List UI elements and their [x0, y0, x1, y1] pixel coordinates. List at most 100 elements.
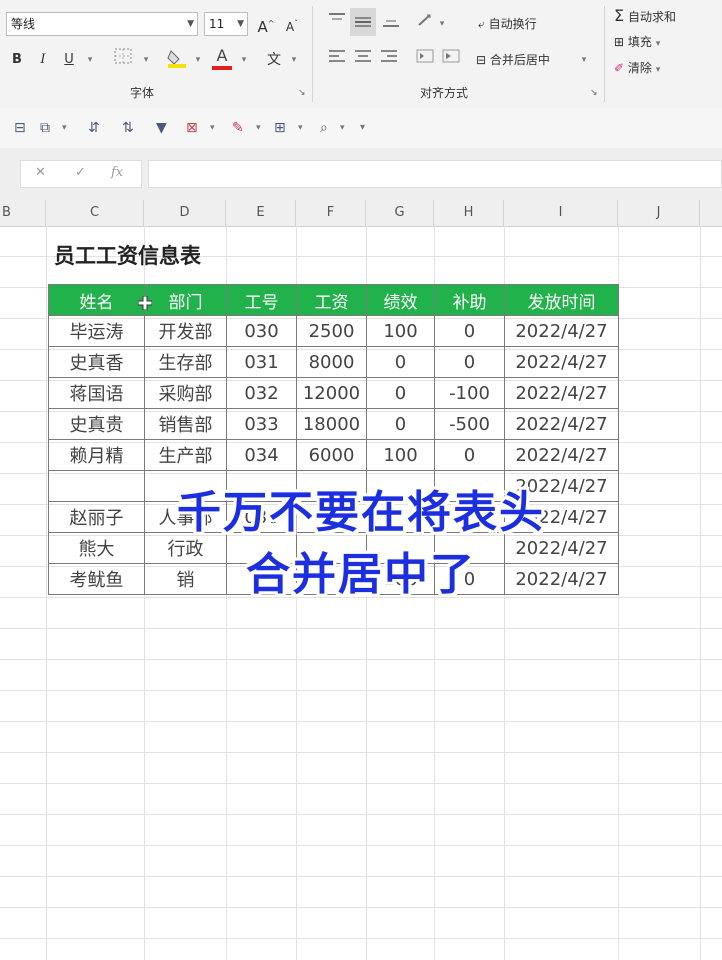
- autosum-button[interactable]: Σ 自动求和: [614, 4, 714, 28]
- table-cell[interactable]: 0: [366, 346, 435, 378]
- table-cell[interactable]: 2022/4/27: [504, 346, 619, 378]
- sheet-title[interactable]: 员工工资信息表: [54, 240, 201, 270]
- header-cell[interactable]: 部门: [144, 284, 227, 316]
- chevron-down-icon[interactable]: ▾: [298, 117, 303, 139]
- column-header-e[interactable]: E: [226, 200, 296, 226]
- column-header-f[interactable]: F: [296, 200, 366, 226]
- table-cell[interactable]: -100: [434, 377, 505, 409]
- font-color-button[interactable]: A: [210, 44, 234, 70]
- align-bottom-button[interactable]: [380, 12, 402, 36]
- table-cell[interactable]: 0: [366, 408, 435, 440]
- table-cell[interactable]: 032: [226, 377, 297, 409]
- table-cell[interactable]: 0: [434, 439, 505, 471]
- table-cell[interactable]: 生产部: [144, 439, 227, 471]
- table-cell[interactable]: 12000: [296, 377, 367, 409]
- chevron-down-icon[interactable]: ▾: [340, 117, 345, 139]
- column-header-i[interactable]: I: [504, 200, 618, 226]
- phonetic-button[interactable]: 文: [262, 48, 286, 72]
- table-cell[interactable]: 赖月精: [48, 439, 145, 471]
- table-cell[interactable]: 史真贵: [48, 408, 145, 440]
- table-cell[interactable]: 100: [366, 439, 435, 471]
- header-cell[interactable]: 工号: [226, 284, 297, 316]
- table-cell[interactable]: 2022/4/27: [504, 315, 619, 347]
- table-cell[interactable]: 毕运涛: [48, 315, 145, 347]
- sort-columns-icon[interactable]: ⇵: [88, 117, 100, 139]
- grow-font-button[interactable]: A^: [256, 12, 276, 36]
- format-painter-icon[interactable]: ⧉: [40, 117, 50, 139]
- form-icon[interactable]: ⊟: [14, 117, 26, 139]
- table-cell[interactable]: 0: [366, 377, 435, 409]
- sort-icon[interactable]: ⇅: [122, 117, 134, 139]
- border-button[interactable]: [110, 48, 136, 72]
- table-cell[interactable]: 史真香: [48, 346, 145, 378]
- filter-icon[interactable]: ▼: [156, 117, 167, 139]
- table-cell[interactable]: 0: [434, 315, 505, 347]
- table-cell[interactable]: 033: [226, 408, 297, 440]
- table-cell[interactable]: 2022/4/27: [504, 408, 619, 440]
- chevron-down-icon[interactable]: ▾: [256, 117, 261, 139]
- align-right-button[interactable]: [378, 48, 400, 72]
- table-cell[interactable]: 采购部: [144, 377, 227, 409]
- underline-button[interactable]: U: [60, 48, 78, 72]
- table-cell[interactable]: 销售部: [144, 408, 227, 440]
- font-name-select[interactable]: 等线 ▼: [6, 12, 198, 36]
- table-cell[interactable]: 生存部: [144, 346, 227, 378]
- cancel-icon[interactable]: ✕: [35, 165, 46, 180]
- fill-button[interactable]: ⊞ 填充 ▾: [614, 30, 694, 54]
- align-top-button[interactable]: [326, 12, 348, 36]
- increase-indent-button[interactable]: [440, 48, 462, 72]
- merge-center-button[interactable]: ⊟ 合并后居中: [476, 48, 586, 72]
- wrap-text-button[interactable]: ⤶ 自动换行: [478, 12, 568, 36]
- align-middle-button[interactable]: [350, 8, 376, 36]
- chevron-down-icon[interactable]: ▾: [140, 48, 152, 72]
- align-left-button[interactable]: [326, 48, 348, 72]
- chevron-down-icon[interactable]: ▾: [84, 48, 96, 72]
- fill-color-button[interactable]: [164, 48, 190, 72]
- formula-input[interactable]: [148, 160, 722, 188]
- dialog-launcher-icon[interactable]: ↘: [298, 88, 306, 98]
- table-cell[interactable]: 8000: [296, 346, 367, 378]
- align-center-button[interactable]: [352, 48, 374, 72]
- bold-button[interactable]: B: [8, 48, 26, 72]
- table-cell[interactable]: 2022/4/27: [504, 377, 619, 409]
- table-cell[interactable]: 18000: [296, 408, 367, 440]
- chevron-down-icon[interactable]: ▾: [192, 48, 204, 72]
- chevron-down-icon[interactable]: ▾: [62, 117, 67, 139]
- chevron-down-icon[interactable]: ▾: [436, 12, 448, 36]
- chevron-down-icon[interactable]: ▾: [288, 48, 300, 72]
- header-cell[interactable]: 绩效: [366, 284, 435, 316]
- fx-icon[interactable]: fx: [111, 165, 123, 180]
- table-cell[interactable]: 2022/4/27: [504, 439, 619, 471]
- table-cell[interactable]: 0: [434, 346, 505, 378]
- column-header-d[interactable]: D: [144, 200, 226, 226]
- table-cell[interactable]: 030: [226, 315, 297, 347]
- column-header-j[interactable]: J: [618, 200, 700, 226]
- table-cell[interactable]: 034: [226, 439, 297, 471]
- chevron-down-icon[interactable]: ▾: [578, 48, 590, 72]
- header-cell[interactable]: 补助: [434, 284, 505, 316]
- dialog-launcher-icon[interactable]: ↘: [590, 88, 598, 98]
- header-cell[interactable]: 工资: [296, 284, 367, 316]
- customize-toolbar-icon[interactable]: ▾: [360, 117, 365, 139]
- table-cell[interactable]: -500: [434, 408, 505, 440]
- orientation-button[interactable]: [414, 12, 436, 36]
- decrease-indent-button[interactable]: [414, 48, 436, 72]
- column-header-g[interactable]: G: [366, 200, 434, 226]
- font-size-select[interactable]: 11 ▼: [204, 12, 248, 36]
- shrink-font-button[interactable]: Aˇ: [282, 12, 302, 36]
- header-cell[interactable]: 姓名: [48, 284, 145, 316]
- highlight-icon[interactable]: ✎: [232, 117, 244, 139]
- table-cell[interactable]: 031: [226, 346, 297, 378]
- insert-icon[interactable]: ⊞: [274, 117, 286, 139]
- table-cell[interactable]: 100: [366, 315, 435, 347]
- search-icon[interactable]: ⌕: [320, 117, 328, 139]
- italic-button[interactable]: I: [34, 48, 52, 72]
- chevron-down-icon[interactable]: ▾: [238, 48, 250, 72]
- clear-button[interactable]: ✐ 清除 ▾: [614, 56, 694, 80]
- chevron-down-icon[interactable]: ▾: [210, 117, 215, 139]
- table-cell[interactable]: 6000: [296, 439, 367, 471]
- confirm-icon[interactable]: ✓: [75, 165, 86, 180]
- column-header-h[interactable]: H: [434, 200, 504, 226]
- header-cell[interactable]: 发放时间: [504, 284, 619, 316]
- column-header-c[interactable]: C: [46, 200, 144, 226]
